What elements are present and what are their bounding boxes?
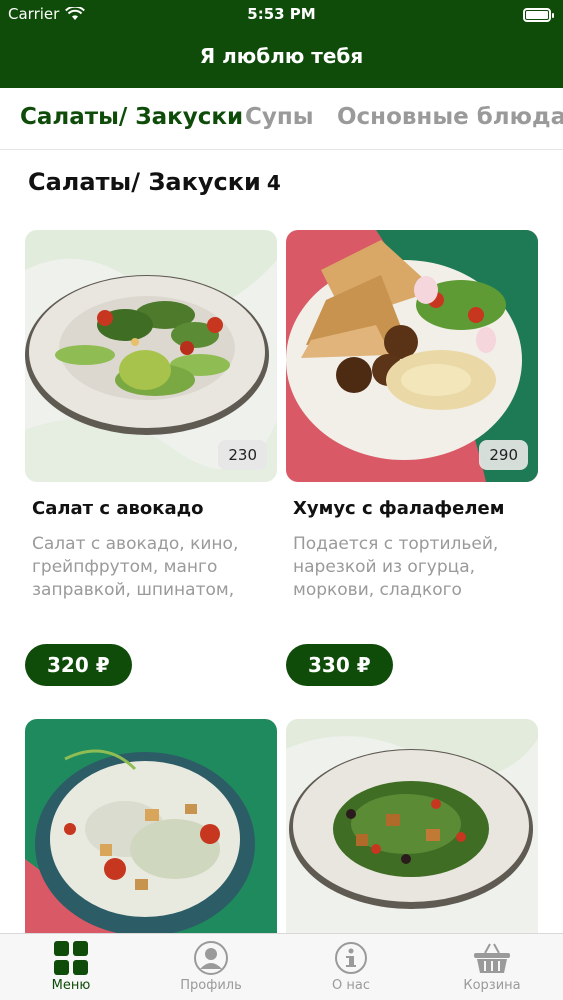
tab-profile[interactable]: Профиль [161,940,261,993]
tab-main-dishes[interactable]: Основные блюда [337,104,563,130]
tab-menu[interactable]: Меню [21,940,121,993]
tab-about[interactable]: О нас [301,940,401,993]
bottom-tab-bar: Меню Профиль О нас Корзина [0,933,563,1000]
section-count: 4 [266,171,281,195]
section-title: Салаты/ Закуски 4 [28,168,281,196]
info-person-icon [335,942,367,974]
weight-badge: 290 [479,440,528,470]
clock: 5:53 PM [247,5,316,23]
person-icon [194,941,228,975]
page-title: Я люблю тебя [199,44,364,68]
product-photo: 290 [286,230,538,482]
product-name: Салат с авокадо [32,498,204,519]
tab-soups[interactable]: Супы [245,104,314,130]
product-card[interactable]: 230 Салат с авокадо Салат с авокадо, кин… [25,230,277,686]
product-description: Салат с авокадо, кино, грейпфрутом, манг… [32,534,239,600]
price-button[interactable]: 330 ₽ [286,644,393,686]
status-bar: Carrier 5:53 PM [0,0,563,30]
product-name: Хумус с фалафелем [293,498,505,519]
product-photo: 230 [25,230,277,482]
category-tabs: Салаты/ Закуски Супы Основные блюда [0,88,563,150]
grid-icon [54,941,88,975]
battery-icon [523,8,554,22]
product-card[interactable]: 290 Хумус с фалафелем Подается с тортиль… [286,230,538,686]
basket-icon [474,943,510,973]
tab-salads[interactable]: Салаты/ Закуски [20,104,243,130]
section-title-text: Салаты/ Закуски [28,168,261,196]
tab-label: Корзина [463,978,521,993]
weight-badge: 230 [218,440,267,470]
tab-label: Профиль [180,978,242,993]
tab-cart[interactable]: Корзина [442,940,542,993]
tab-label: О нас [332,978,370,993]
tab-label: Меню [51,978,91,993]
product-description: Подается с тортильей, нарезкой из огурца… [293,534,499,600]
nav-header: Carrier 5:53 PM Я люблю тебя [0,0,563,88]
price-button[interactable]: 320 ₽ [25,644,132,686]
